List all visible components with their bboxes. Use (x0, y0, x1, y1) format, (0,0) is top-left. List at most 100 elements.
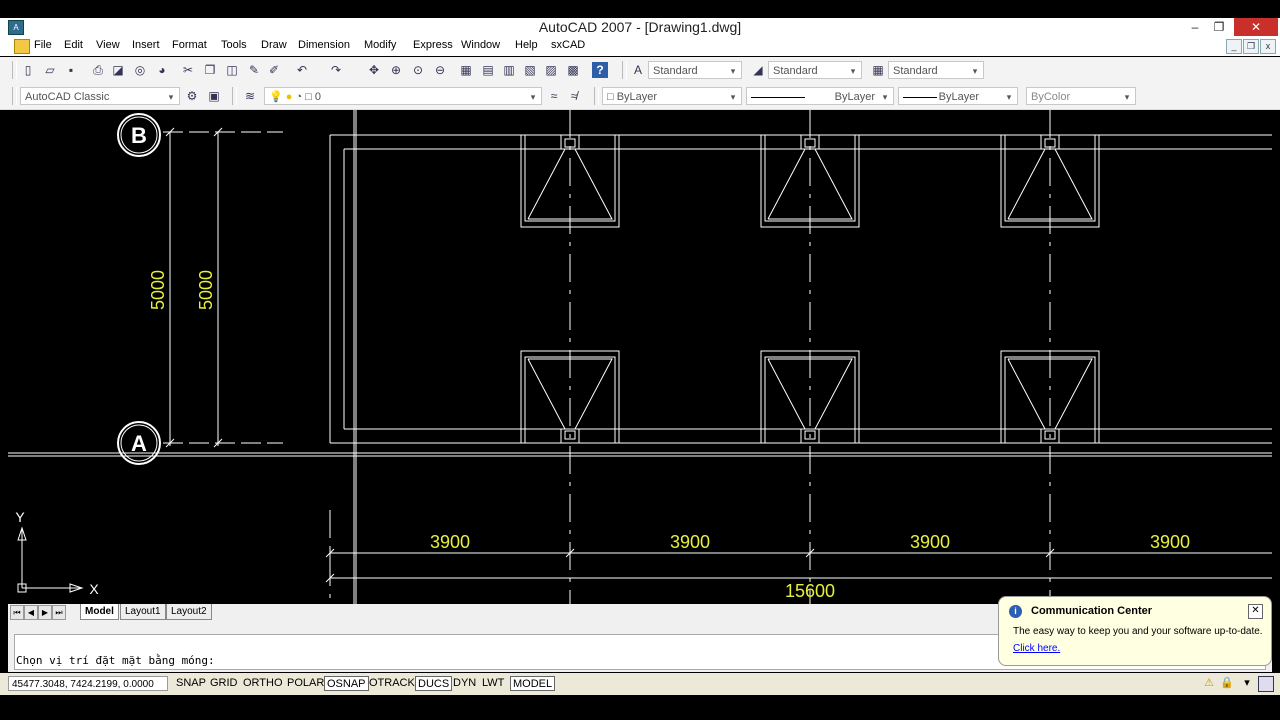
cut-icon[interactable]: ✂ (180, 62, 196, 78)
menu-view[interactable]: View (96, 39, 120, 51)
make-object-layer-current-icon[interactable]: ≈ (546, 88, 562, 104)
model-button[interactable]: MODEL (510, 676, 556, 691)
menu-help[interactable]: Help (515, 39, 538, 51)
redo-icon[interactable]: ↷ (328, 62, 344, 78)
open-icon[interactable]: ▱ (42, 62, 58, 78)
menu-format[interactable]: Format (172, 39, 207, 51)
column-top-inner (804, 138, 816, 148)
close-icon[interactable]: ✕ (1248, 604, 1263, 619)
copy-icon[interactable]: ❐ (202, 62, 218, 78)
linetype-select[interactable]: ByLayer ▾ (746, 87, 894, 105)
menu-sxcad[interactable]: sxCAD (551, 39, 585, 51)
click-here-link[interactable]: Click here. (1013, 643, 1060, 654)
workspace-select[interactable]: AutoCAD Classic ▾ (20, 87, 180, 105)
text-style-icon[interactable]: A (630, 62, 646, 78)
menu-window[interactable]: Window (461, 39, 500, 51)
restore-button[interactable]: ❐ (1204, 18, 1234, 36)
zoom-realtime-icon[interactable]: ⊕ (388, 62, 404, 78)
ucs-x-label: X (89, 581, 99, 597)
chevron-down-icon: ▾ (850, 66, 856, 76)
block-editor-icon[interactable]: ✐ (266, 62, 282, 78)
sheet-set-icon[interactable]: ▧ (522, 62, 538, 78)
clean-screen-icon[interactable] (1258, 676, 1274, 692)
document-icon[interactable] (14, 39, 30, 54)
drawing-canvas[interactable]: B A 5000 5000 3900 3900 3900 3900 15600 … (8, 110, 1272, 604)
doc-close-button[interactable]: x (1260, 39, 1276, 54)
layer-thaw-icon: ● (285, 91, 293, 103)
otrack-button[interactable]: OTRACK (367, 676, 417, 691)
communication-center-popup: i Communication Center ✕ The easy way to… (998, 596, 1272, 666)
menu-dimension[interactable]: Dimension (298, 39, 350, 51)
dyn-button[interactable]: DYN (451, 676, 478, 691)
new-icon[interactable]: ▯ (20, 62, 36, 78)
chevron-down-icon: ▾ (1006, 92, 1012, 102)
lineweight-select[interactable]: ByLayer ▾ (898, 87, 1018, 105)
menu-tools[interactable]: Tools (221, 39, 247, 51)
my-workspace-icon[interactable]: ▣ (206, 88, 222, 104)
design-center-icon[interactable]: ▤ (480, 62, 496, 78)
snap-button[interactable]: SNAP (174, 676, 208, 691)
linetype-preview (751, 97, 805, 98)
polar-button[interactable]: POLAR (285, 676, 326, 691)
layer-on-icon: 💡 (269, 91, 283, 103)
tab-layout1[interactable]: Layout1 (120, 604, 166, 620)
zoom-previous-icon[interactable]: ⊖ (432, 62, 448, 78)
pan-icon[interactable]: ✥ (366, 62, 382, 78)
ducs-button[interactable]: DUCS (415, 676, 453, 691)
calculator-icon[interactable]: ▩ (565, 62, 581, 78)
prev-tab-icon[interactable]: ◀ (24, 605, 38, 620)
match-properties-icon[interactable]: ✎ (246, 62, 262, 78)
paste-icon[interactable]: ◫ (224, 62, 240, 78)
ortho-button[interactable]: ORTHO (241, 676, 285, 691)
popup-title: Communication Center (1031, 605, 1153, 617)
lwt-button[interactable]: LWT (480, 676, 506, 691)
menu-draw[interactable]: Draw (261, 39, 287, 51)
last-tab-icon[interactable]: ⏭ (52, 605, 66, 620)
menu-insert[interactable]: Insert (132, 39, 160, 51)
plotstyle-select[interactable]: ByColor ▾ (1026, 87, 1136, 105)
markup-icon[interactable]: ▨ (543, 62, 559, 78)
undo-icon[interactable]: ↶ (294, 62, 310, 78)
column-top-inner (564, 138, 576, 148)
properties-icon[interactable]: ▦ (458, 62, 474, 78)
layer-manager-icon[interactable]: ≋ (242, 88, 258, 104)
workspace-settings-icon[interactable]: ⚙ (184, 88, 200, 104)
layer-previous-icon[interactable]: ≉ (566, 88, 582, 104)
text-style-select[interactable]: Standard ▾ (648, 61, 742, 79)
coordinates-readout[interactable]: 45477.3048, 7424.2199, 0.0000 (8, 676, 168, 691)
publish-icon[interactable]: ◎ (132, 62, 148, 78)
zoom-window-icon[interactable]: ⊙ (410, 62, 426, 78)
save-icon[interactable]: ▪ (63, 62, 79, 78)
layer-value: 0 (314, 91, 322, 103)
dim-style-value: Standard (773, 65, 818, 77)
lock-icon[interactable]: 🔒 (1220, 676, 1234, 690)
close-button[interactable]: ✕ (1234, 18, 1278, 36)
osnap-button[interactable]: OSNAP (324, 676, 369, 691)
menu-express[interactable]: Express (413, 39, 453, 51)
bay-dim-text-2: 3900 (670, 532, 710, 552)
grid-button[interactable]: GRID (208, 676, 240, 691)
table-style-select[interactable]: Standard ▾ (888, 61, 984, 79)
menu-modify[interactable]: Modify (364, 39, 396, 51)
table-style-icon[interactable]: ▦ (870, 62, 886, 78)
dim-style-icon[interactable]: ◢ (750, 62, 766, 78)
help-icon[interactable]: ? (592, 62, 608, 78)
tool-palettes-icon[interactable]: ▥ (501, 62, 517, 78)
next-tab-icon[interactable]: ▶ (38, 605, 52, 620)
plot-icon[interactable]: ⎙ (90, 62, 106, 78)
tab-model[interactable]: Model (80, 604, 119, 620)
table-style-value: Standard (893, 65, 938, 77)
warning-icon[interactable]: ⚠ (1202, 676, 1216, 690)
doc-minimize-button[interactable]: _ (1226, 39, 1242, 54)
layer-select[interactable]: 💡 ● ◔ □ 0 ▾ (264, 87, 542, 105)
menu-file[interactable]: File (34, 39, 52, 51)
doc-restore-button[interactable]: ❐ (1243, 39, 1259, 54)
color-select[interactable]: □ ByLayer ▾ (602, 87, 742, 105)
chevron-down-icon[interactable]: ▾ (1240, 676, 1254, 690)
first-tab-icon[interactable]: ⏮ (10, 605, 24, 620)
menu-edit[interactable]: Edit (64, 39, 83, 51)
tab-layout2[interactable]: Layout2 (166, 604, 212, 620)
dim-style-select[interactable]: Standard ▾ (768, 61, 862, 79)
plot-preview-icon[interactable]: ◪ (110, 62, 126, 78)
web-icon[interactable]: ◕ (154, 62, 170, 78)
